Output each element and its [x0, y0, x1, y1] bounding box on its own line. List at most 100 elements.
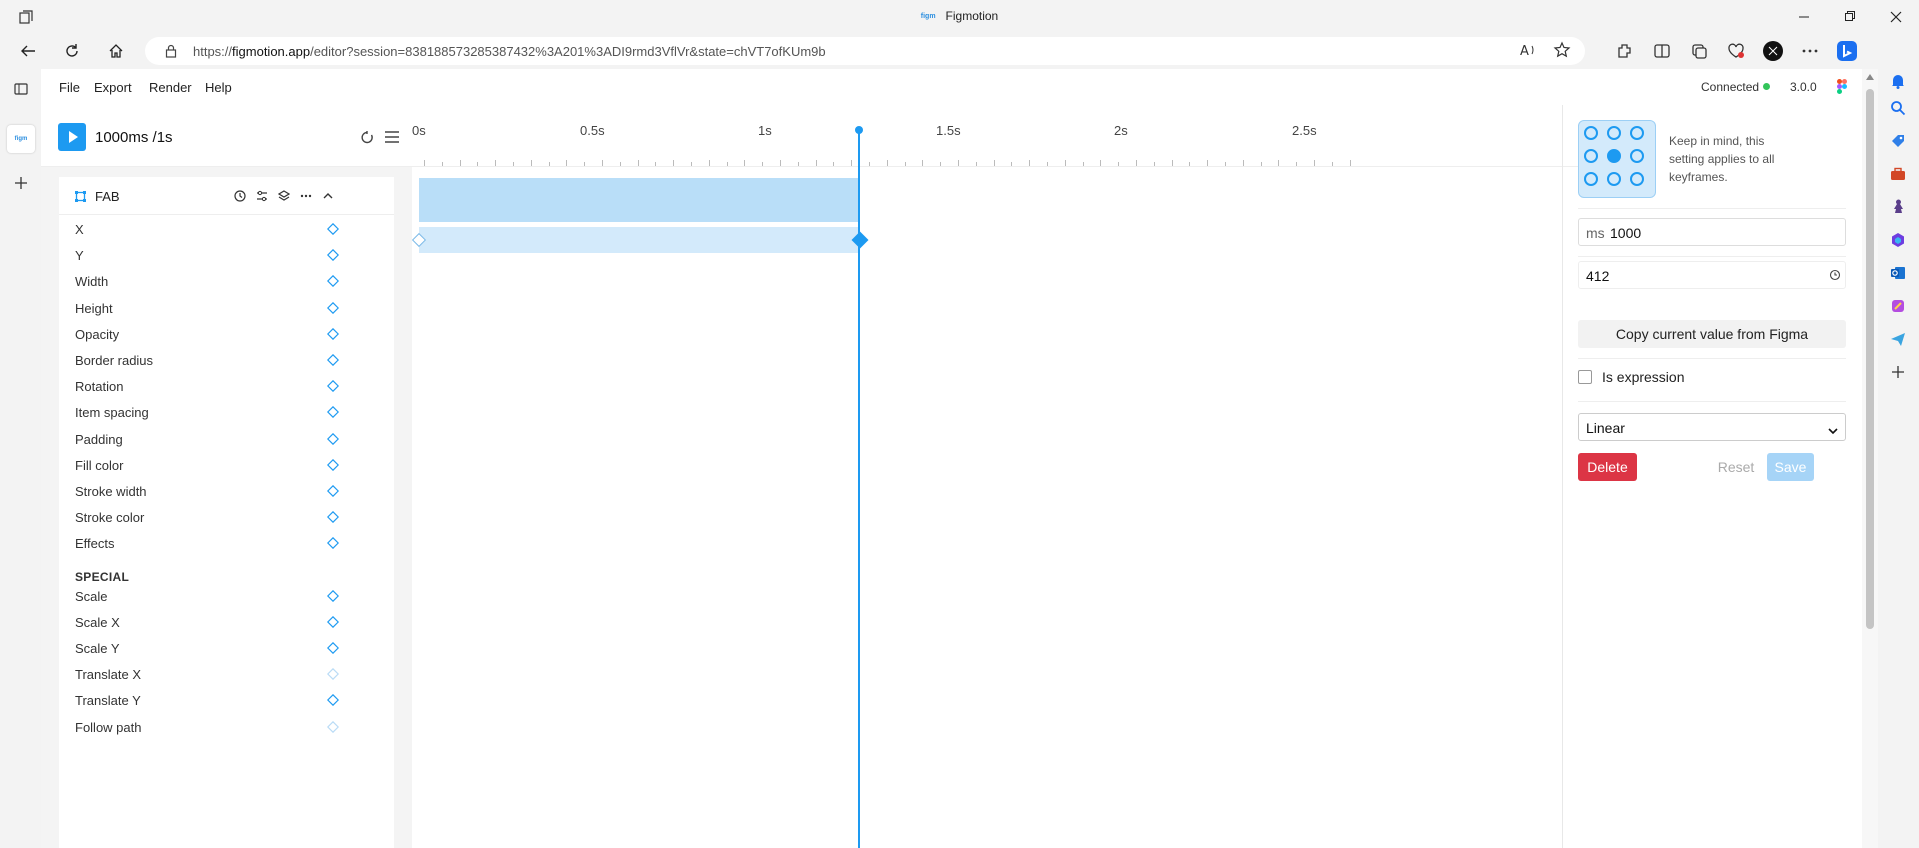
- profile-avatar[interactable]: [1760, 39, 1786, 63]
- new-tab-button[interactable]: [7, 169, 35, 197]
- loop-icon[interactable]: [361, 131, 374, 147]
- keyframe-diamond-icon[interactable]: [327, 485, 339, 497]
- extensions-icon[interactable]: [1612, 39, 1638, 63]
- tab-figmotion[interactable]: figm: [7, 125, 35, 153]
- menu-export[interactable]: Export: [94, 80, 132, 95]
- scroll-up-arrow-icon[interactable]: [1866, 74, 1874, 80]
- easing-select[interactable]: Linear: [1578, 413, 1846, 441]
- close-window-button[interactable]: [1873, 0, 1919, 33]
- favorite-star-icon[interactable]: [1553, 41, 1571, 62]
- search-icon[interactable]: [1886, 96, 1910, 120]
- copy-from-figma-button[interactable]: Copy current value from Figma: [1578, 320, 1846, 348]
- keyframe-diamond-icon[interactable]: [327, 301, 339, 314]
- keyframe-diamond-icon[interactable]: [327, 380, 339, 393]
- property-row[interactable]: Stroke color: [59, 504, 394, 530]
- playhead-line[interactable]: [858, 129, 860, 848]
- split-screen-icon[interactable]: [1649, 39, 1675, 63]
- tools-briefcase-icon[interactable]: [1886, 162, 1910, 186]
- keyframe-diamond-icon[interactable]: [327, 642, 339, 654]
- keyframe-diamond-icon[interactable]: [327, 511, 339, 524]
- keyframe-diamond-icon[interactable]: [327, 275, 339, 288]
- property-row[interactable]: Stroke width: [59, 478, 394, 504]
- bing-copilot-icon[interactable]: [1834, 39, 1860, 63]
- browser-essentials-icon[interactable]: [1723, 39, 1749, 63]
- add-sidebar-app-icon[interactable]: [1886, 360, 1910, 384]
- outlook-icon[interactable]: [1886, 261, 1910, 285]
- property-row[interactable]: Padding: [59, 426, 394, 452]
- property-row[interactable]: Y: [59, 242, 394, 268]
- property-row[interactable]: Width: [59, 268, 394, 294]
- timeline[interactable]: 0s 0.5s 1s 1.5s 2s 2.5s: [411, 105, 1612, 848]
- menu-help[interactable]: Help: [205, 80, 232, 95]
- duration-input[interactable]: ms 1000: [1578, 218, 1846, 246]
- property-row[interactable]: Effects: [59, 530, 394, 556]
- keyframe-diamond-icon[interactable]: [327, 406, 339, 419]
- home-button[interactable]: [102, 39, 130, 63]
- is-expression-checkbox[interactable]: [1578, 370, 1592, 384]
- layer-track-bar[interactable]: [419, 178, 859, 222]
- notifications-bell-icon[interactable]: [1886, 69, 1910, 93]
- refresh-button[interactable]: [58, 39, 86, 63]
- keyframe-diamond-icon[interactable]: [327, 354, 339, 366]
- keyframe-diamond-icon[interactable]: [327, 589, 339, 602]
- delete-button[interactable]: Delete: [1578, 453, 1637, 481]
- playhead-handle[interactable]: [855, 126, 863, 134]
- shopping-tag-icon[interactable]: [1886, 129, 1910, 153]
- adjustments-icon[interactable]: [255, 189, 269, 203]
- keyframe-diamond-icon[interactable]: [327, 537, 339, 550]
- collections-icon[interactable]: [1686, 39, 1712, 63]
- menu-render[interactable]: Render: [149, 80, 192, 95]
- more-options-icon[interactable]: [1797, 39, 1823, 63]
- reset-button[interactable]: Reset: [1711, 453, 1761, 481]
- keyframe-diamond-icon[interactable]: [327, 694, 339, 707]
- property-row[interactable]: Scale Y: [59, 635, 394, 661]
- property-row[interactable]: Rotation: [59, 373, 394, 399]
- chevron-up-icon[interactable]: [321, 189, 335, 203]
- history-icon[interactable]: [233, 189, 247, 203]
- layers-icon[interactable]: [277, 189, 291, 203]
- property-row[interactable]: Follow path: [59, 714, 394, 740]
- keyframe-diamond-icon[interactable]: [327, 668, 339, 681]
- x-property-track-bar[interactable]: [419, 227, 859, 253]
- property-row[interactable]: X: [59, 216, 394, 242]
- property-row[interactable]: Border radius: [59, 347, 394, 373]
- keyframe-diamond-icon[interactable]: [327, 720, 339, 733]
- restore-button[interactable]: [1827, 0, 1873, 33]
- anchor-top[interactable]: [1607, 126, 1621, 140]
- layer-header[interactable]: FAB: [59, 177, 394, 215]
- anchor-center[interactable]: [1607, 149, 1621, 163]
- value-input[interactable]: 412: [1578, 261, 1846, 289]
- menu-list-icon[interactable]: [385, 131, 399, 146]
- anchor-top-right[interactable]: [1630, 126, 1644, 140]
- property-row[interactable]: Item spacing: [59, 399, 394, 425]
- property-row[interactable]: Scale: [59, 583, 394, 609]
- anchor-left[interactable]: [1584, 149, 1598, 163]
- minimize-button[interactable]: [1781, 0, 1827, 33]
- property-row[interactable]: Translate Y: [59, 687, 394, 713]
- property-row[interactable]: Scale X: [59, 609, 394, 635]
- keyframe-diamond-icon[interactable]: [327, 615, 339, 628]
- anchor-top-left[interactable]: [1584, 126, 1598, 140]
- microsoft-365-icon[interactable]: [1886, 228, 1910, 252]
- property-row[interactable]: Translate X: [59, 661, 394, 687]
- timeline-ruler[interactable]: 0s 0.5s 1s 1.5s 2s 2.5s: [412, 105, 1612, 167]
- anchor-bottom-right[interactable]: [1630, 172, 1644, 186]
- send-telegram-icon[interactable]: [1886, 327, 1910, 351]
- clock-icon[interactable]: [1829, 269, 1841, 284]
- read-aloud-icon[interactable]: A: [1519, 41, 1537, 62]
- keyframe-diamond-icon[interactable]: [327, 327, 339, 340]
- anchor-bottom[interactable]: [1607, 172, 1621, 186]
- games-chess-icon[interactable]: [1886, 195, 1910, 219]
- more-horizontal-icon[interactable]: [299, 189, 313, 203]
- anchor-right[interactable]: [1630, 149, 1644, 163]
- keyframe-diamond-icon[interactable]: [327, 249, 339, 262]
- tab-actions-menu-icon[interactable]: [7, 75, 35, 103]
- url-field[interactable]: https://figmotion.app/editor?session=838…: [145, 37, 1585, 65]
- page-scrollbar[interactable]: [1862, 69, 1878, 848]
- anchor-bottom-left[interactable]: [1584, 172, 1598, 186]
- play-button[interactable]: [58, 123, 86, 151]
- property-row[interactable]: Opacity: [59, 321, 394, 347]
- back-button[interactable]: [14, 39, 42, 63]
- save-button[interactable]: Save: [1767, 453, 1814, 481]
- scrollbar-thumb[interactable]: [1866, 89, 1874, 629]
